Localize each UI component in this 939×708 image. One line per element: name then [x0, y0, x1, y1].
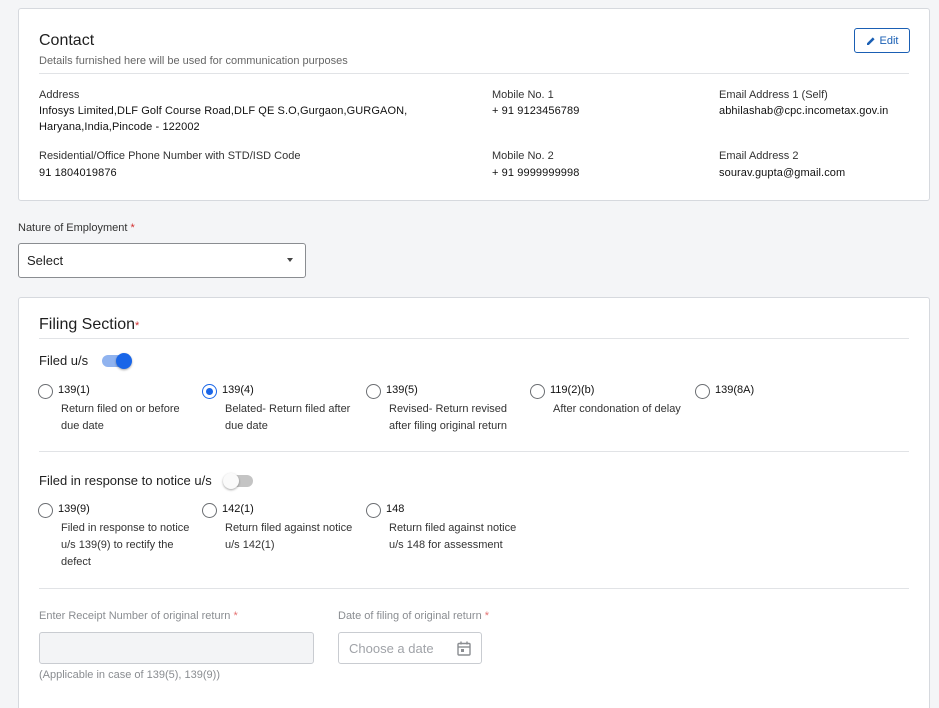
radio-option-139-9[interactable]: 139(9) Filed in response to notice u/s 13… — [38, 503, 198, 569]
address-label: Address — [39, 89, 80, 101]
radio-description: Filed in response to notice u/s 139(9) to… — [61, 522, 190, 568]
radio-button[interactable] — [695, 384, 710, 399]
radio-button[interactable] — [366, 503, 381, 518]
filing-section-title: Filing Section* — [39, 316, 140, 333]
receipt-number-label: Enter Receipt Number of original return … — [39, 610, 238, 622]
filed-us-toggle[interactable] — [102, 353, 132, 369]
nature-of-employment-select[interactable]: Select — [18, 243, 306, 278]
radio-description: Return filed on or before due date — [61, 403, 180, 432]
email1-value: abhilashab@cpc.incometax.gov.in — [719, 105, 889, 117]
filing-divider — [39, 451, 909, 452]
radio-option-139-5[interactable]: 139(5) Revised- Return revised after fili… — [366, 384, 526, 434]
filing-divider — [39, 588, 909, 589]
edit-contact-button[interactable]: Edit — [854, 28, 910, 53]
mobile2-label: Mobile No. 2 — [492, 150, 554, 162]
radio-description: Return filed against notice u/s 142(1) — [225, 522, 353, 551]
radio-description: Belated- Return filed after due date — [225, 403, 351, 432]
caret-down-icon — [287, 258, 293, 262]
radio-description: After condonation of delay — [553, 403, 681, 415]
pencil-icon — [866, 36, 875, 45]
receipt-help-text: (Applicable in case of 139(5), 139(9)) — [39, 669, 220, 681]
date-placeholder: Choose a date — [349, 640, 434, 656]
address-value-line1: Infosys Limited,DLF Golf Course Road,DLF… — [39, 105, 408, 117]
mobile1-label: Mobile No. 1 — [492, 89, 554, 101]
email2-label: Email Address 2 — [719, 150, 799, 162]
toggle-knob — [116, 353, 132, 369]
radio-code: 139(8A) — [715, 384, 755, 396]
radio-code: 139(4) — [222, 384, 254, 396]
notice-toggle[interactable] — [223, 473, 253, 489]
required-mark: * — [233, 610, 238, 622]
radio-code: 139(5) — [386, 384, 418, 396]
required-mark: * — [484, 610, 490, 622]
date-of-filing-label: Date of filing of original return * — [338, 610, 490, 622]
radio-code: 148 — [386, 503, 405, 515]
radio-code: 139(9) — [58, 503, 90, 515]
phone-value: 91 1804019876 — [39, 167, 117, 179]
mobile1-value: + 91 9123456789 — [492, 105, 580, 117]
nature-of-employment-label: Nature of Employment * — [18, 222, 135, 234]
contact-card: Contact Details furnished here will be u… — [18, 8, 930, 201]
select-value: Select — [27, 253, 64, 268]
mobile2-value: + 91 9999999998 — [492, 167, 580, 179]
contact-title: Contact — [39, 32, 95, 49]
radio-option-139-8a[interactable]: 139(8A) — [695, 384, 795, 404]
radio-option-139-1[interactable]: 139(1) Return filed on or before due date — [38, 384, 198, 434]
filed-us-label: Filed u/s — [39, 353, 89, 368]
radio-button[interactable] — [38, 384, 53, 399]
required-mark: * — [130, 222, 135, 234]
edit-label: Edit — [879, 34, 899, 47]
calendar-icon[interactable] — [457, 641, 471, 656]
contact-subtitle: Details furnished here will be used for … — [39, 55, 348, 67]
notice-label: Filed in response to notice u/s — [39, 473, 212, 488]
radio-button[interactable] — [38, 503, 53, 518]
radio-code: 142(1) — [222, 503, 254, 515]
radio-button[interactable] — [202, 503, 217, 518]
phone-label: Residential/Office Phone Number with STD… — [39, 150, 301, 162]
radio-option-142-1[interactable]: 142(1) Return filed against notice u/s 14… — [202, 503, 362, 553]
filing-divider — [39, 338, 909, 339]
radio-button[interactable] — [366, 384, 381, 399]
radio-description: Return filed against notice u/s 148 for a… — [389, 522, 517, 551]
toggle-knob — [223, 473, 239, 489]
radio-option-148[interactable]: 148 Return filed against notice u/s 148 f… — [366, 503, 526, 553]
radio-code: 139(1) — [58, 384, 90, 396]
required-mark: * — [135, 320, 140, 332]
receipt-number-input[interactable] — [39, 632, 314, 664]
filing-section-card: Filing Section* Filed u/s 139(1) Return … — [18, 297, 930, 708]
radio-option-119-2-b[interactable]: 119(2)(b) After condonation of delay — [530, 384, 690, 434]
radio-button[interactable] — [530, 384, 545, 399]
date-of-filing-input[interactable]: Choose a date — [338, 632, 482, 664]
radio-code: 119(2)(b) — [550, 384, 595, 396]
radio-option-139-4[interactable]: 139(4) Belated- Return filed after due da… — [202, 384, 362, 434]
radio-button[interactable] — [202, 384, 217, 399]
email1-label: Email Address 1 (Self) — [719, 89, 828, 101]
contact-divider — [39, 73, 909, 74]
address-value-line2: Haryana,India,Pincode - 122002 — [39, 121, 200, 133]
radio-description: Revised- Return revised after filing orig… — [389, 403, 508, 432]
email2-value: sourav.gupta@gmail.com — [719, 167, 846, 179]
